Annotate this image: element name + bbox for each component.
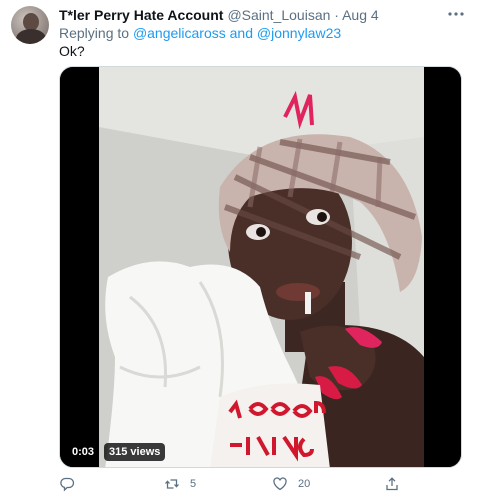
like-count: 20 — [298, 478, 311, 490]
share-button[interactable] — [384, 476, 400, 492]
retweet-count: 5 — [190, 478, 197, 490]
video-duration: 0:03 — [68, 443, 99, 461]
tweet-date[interactable]: Aug 4 — [342, 7, 379, 23]
reply-icon — [60, 477, 75, 492]
header-separator: · — [334, 7, 339, 23]
mention-link-1[interactable]: @angelicaross — [133, 25, 226, 41]
replying-to-label: Replying to — [59, 25, 130, 41]
retweet-icon — [165, 479, 179, 489]
avatar[interactable] — [11, 6, 49, 44]
video-thumbnail — [60, 67, 461, 467]
mention-link-2[interactable]: @jonnylaw23 — [257, 25, 341, 41]
reply-button[interactable] — [59, 476, 75, 492]
tweet-header: T*ler Perry Hate Account @Saint_Louisan ·… — [59, 6, 379, 24]
video-player[interactable]: 0:03 315 views — [59, 66, 462, 468]
tweet-text: Ok? — [59, 43, 85, 59]
retweet-button[interactable]: 5 — [164, 476, 196, 492]
user-handle[interactable]: @Saint_Louisan — [227, 7, 330, 23]
display-name[interactable]: T*ler Perry Hate Account — [59, 7, 223, 23]
like-button[interactable]: 20 — [272, 476, 310, 492]
heart-icon — [273, 477, 287, 491]
view-count: 315 views — [104, 443, 166, 461]
action-bar: 5 20 — [59, 476, 462, 492]
reply-and-text: and — [229, 25, 253, 41]
share-icon — [386, 477, 398, 491]
more-options-icon[interactable] — [444, 4, 468, 24]
replying-to-line: Replying to @angelicaross and @jonnylaw2… — [59, 24, 341, 42]
tweet-card[interactable]: T*ler Perry Hate Account @Saint_Louisan ·… — [0, 0, 477, 492]
